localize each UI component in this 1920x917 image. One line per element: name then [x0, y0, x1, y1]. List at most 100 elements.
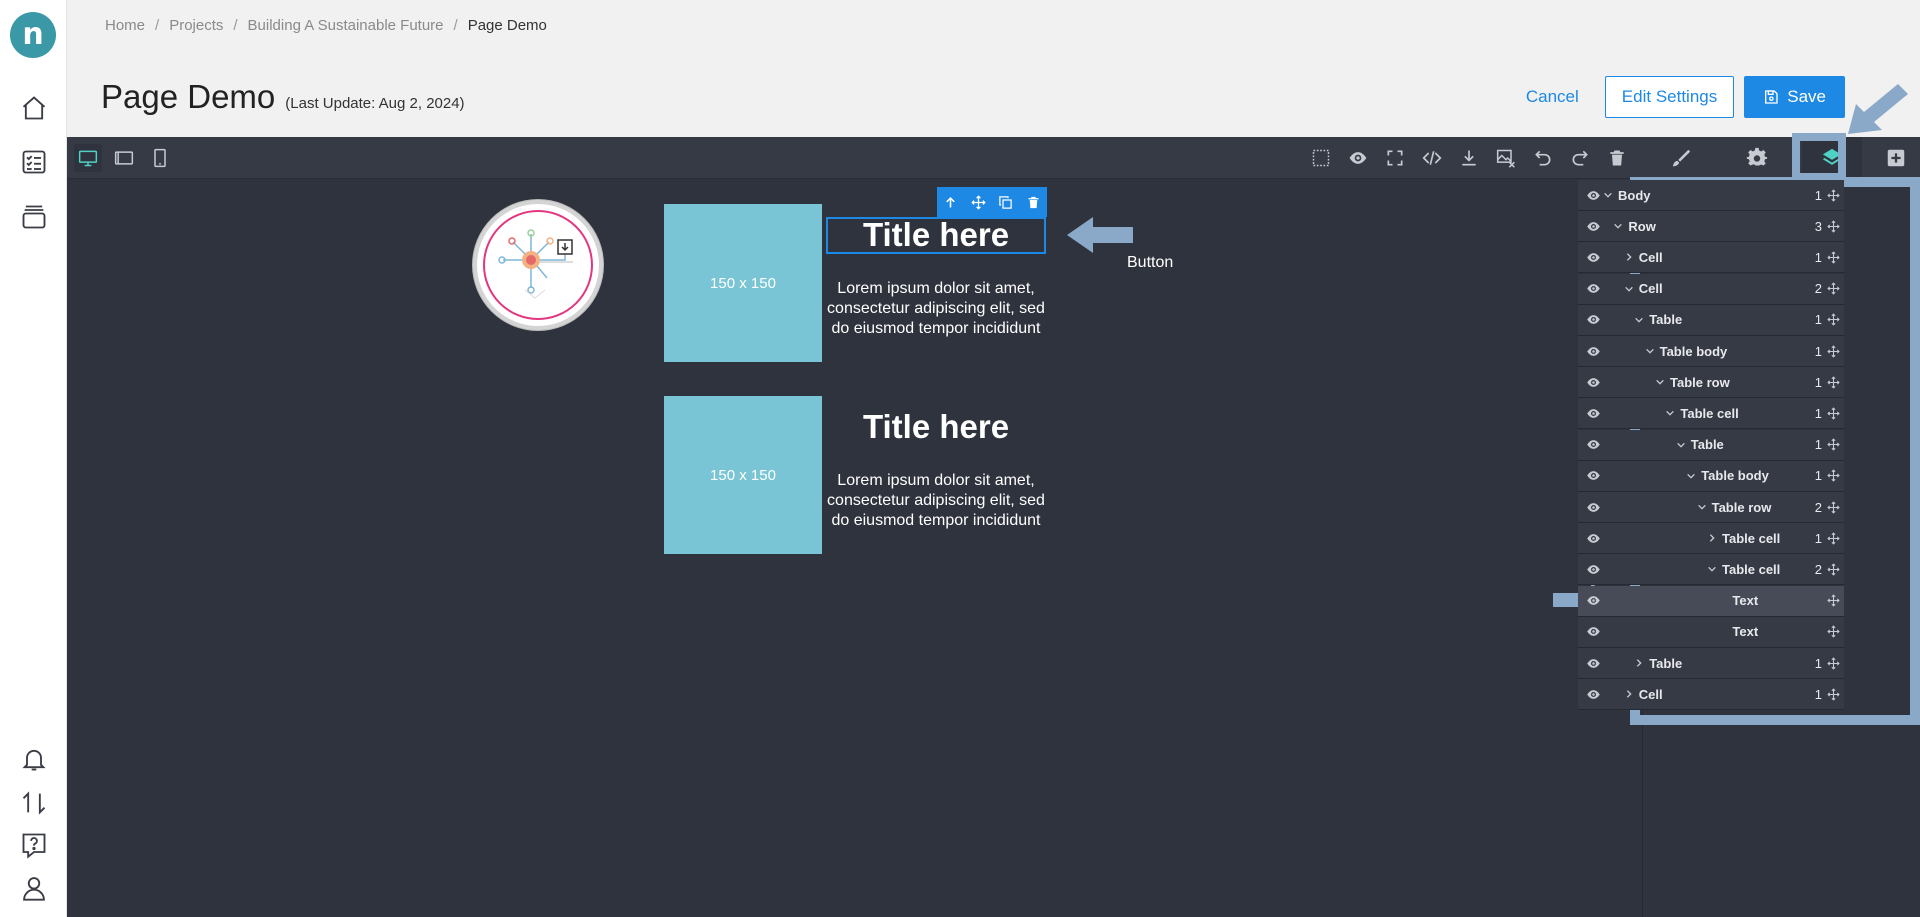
- chevron-down-icon[interactable]: [1644, 345, 1656, 357]
- drag-move-icon[interactable]: [1826, 344, 1840, 358]
- app-logo[interactable]: n: [10, 12, 56, 58]
- layers-stack-icon[interactable]: [19, 202, 49, 232]
- drag-move-icon[interactable]: [1826, 282, 1840, 296]
- preview-eye-icon[interactable]: [1344, 144, 1372, 172]
- visibility-eye-icon[interactable]: [1584, 654, 1602, 672]
- drag-move-icon[interactable]: [1826, 500, 1840, 514]
- chevron-right-icon[interactable]: [1623, 251, 1635, 263]
- layer-row[interactable]: Table body 1: [1578, 460, 1844, 492]
- visibility-eye-icon[interactable]: [1584, 498, 1602, 516]
- layer-row[interactable]: Table body 1: [1578, 336, 1844, 367]
- drag-move-icon[interactable]: [1826, 625, 1840, 639]
- save-button[interactable]: Save: [1744, 76, 1845, 118]
- visibility-eye-icon[interactable]: [1584, 623, 1602, 641]
- block-title[interactable]: Title here: [826, 408, 1046, 446]
- fullscreen-icon[interactable]: [1381, 144, 1409, 172]
- visibility-eye-icon[interactable]: [1584, 373, 1602, 391]
- copy-icon[interactable]: [998, 195, 1013, 210]
- chevron-down-icon[interactable]: [1675, 439, 1687, 451]
- editor-canvas[interactable]: 150 x 150 Title here Lorem ipsum dolor s…: [67, 180, 1642, 917]
- layer-row[interactable]: Table 1: [1578, 648, 1844, 679]
- component-outline-icon[interactable]: [1307, 144, 1335, 172]
- breadcrumb-home[interactable]: Home: [105, 17, 145, 34]
- chevron-down-icon[interactable]: [1602, 189, 1614, 201]
- chevron-right-icon[interactable]: [1706, 532, 1718, 544]
- layer-row[interactable]: Text: [1578, 585, 1844, 617]
- trash-icon[interactable]: [1603, 144, 1631, 172]
- download-icon[interactable]: [1455, 144, 1483, 172]
- style-manager-brush-icon[interactable]: [1651, 137, 1711, 179]
- visibility-eye-icon[interactable]: [1584, 342, 1602, 360]
- tablet-view-icon[interactable]: [110, 144, 138, 172]
- visibility-eye-icon[interactable]: [1584, 592, 1602, 610]
- layer-row[interactable]: Table cell 1: [1578, 523, 1844, 555]
- drag-move-icon[interactable]: [1826, 562, 1840, 576]
- undo-icon[interactable]: [1529, 144, 1557, 172]
- block-text[interactable]: Lorem ipsum dolor sit amet, consectetur …: [826, 279, 1046, 339]
- chevron-down-icon[interactable]: [1706, 563, 1718, 575]
- bell-icon[interactable]: [19, 744, 49, 774]
- drag-move-icon[interactable]: [1826, 594, 1840, 608]
- user-icon[interactable]: [19, 873, 49, 903]
- cancel-button[interactable]: Cancel: [1510, 78, 1595, 116]
- add-block-plus-icon[interactable]: [1866, 137, 1920, 179]
- select-parent-arrow-icon[interactable]: [943, 195, 958, 210]
- layer-row[interactable]: Table cell 1: [1578, 398, 1844, 430]
- block-text[interactable]: Lorem ipsum dolor sit amet, consectetur …: [826, 471, 1046, 531]
- chevron-down-icon[interactable]: [1612, 220, 1624, 232]
- drag-move-icon[interactable]: [1826, 219, 1840, 233]
- drag-move-icon[interactable]: [1826, 406, 1840, 420]
- layer-row[interactable]: Body 1: [1578, 180, 1844, 211]
- drag-move-icon[interactable]: [1826, 188, 1840, 202]
- layer-row[interactable]: Text: [1578, 616, 1844, 648]
- visibility-eye-icon[interactable]: [1584, 311, 1602, 329]
- visibility-eye-icon[interactable]: [1584, 560, 1602, 578]
- transfer-icon[interactable]: [19, 788, 49, 818]
- drag-move-icon[interactable]: [1826, 656, 1840, 670]
- layer-row[interactable]: Table 1: [1578, 304, 1844, 336]
- chevron-right-icon[interactable]: [1623, 688, 1635, 700]
- task-list-icon[interactable]: [19, 147, 49, 177]
- redo-icon[interactable]: [1566, 144, 1594, 172]
- drag-move-icon[interactable]: [1826, 313, 1840, 327]
- visibility-eye-icon[interactable]: [1584, 436, 1602, 454]
- visibility-eye-icon[interactable]: [1584, 248, 1602, 266]
- breadcrumb-projects[interactable]: Projects: [169, 17, 223, 34]
- layer-row[interactable]: Table row 1: [1578, 367, 1844, 399]
- drag-move-icon[interactable]: [1826, 469, 1840, 483]
- help-icon[interactable]: [19, 830, 49, 860]
- chevron-down-icon[interactable]: [1633, 314, 1645, 326]
- drag-move-icon[interactable]: [1826, 531, 1840, 545]
- brand-logo-image[interactable]: [473, 200, 603, 330]
- chevron-down-icon[interactable]: [1685, 470, 1697, 482]
- visibility-eye-icon[interactable]: [1584, 280, 1602, 298]
- settings-gear-icon[interactable]: [1727, 137, 1787, 179]
- drag-move-icon[interactable]: [1826, 375, 1840, 389]
- breadcrumb-project[interactable]: Building A Sustainable Future: [248, 17, 444, 34]
- home-icon[interactable]: [19, 93, 49, 123]
- edit-settings-button[interactable]: Edit Settings: [1604, 76, 1735, 118]
- block-title[interactable]: Title here: [826, 216, 1046, 254]
- mobile-view-icon[interactable]: [146, 144, 174, 172]
- image-placeholder[interactable]: 150 x 150: [664, 396, 822, 554]
- chevron-down-icon[interactable]: [1664, 407, 1676, 419]
- desktop-view-icon[interactable]: [74, 144, 102, 172]
- layer-row[interactable]: Cell 1: [1578, 679, 1844, 711]
- chevron-down-icon[interactable]: [1654, 376, 1666, 388]
- layer-row[interactable]: Row 3: [1578, 211, 1844, 243]
- drag-move-icon[interactable]: [1826, 687, 1840, 701]
- chevron-down-icon[interactable]: [1623, 283, 1635, 295]
- visibility-eye-icon[interactable]: [1584, 217, 1602, 235]
- delete-icon[interactable]: [1026, 195, 1041, 210]
- drag-move-icon[interactable]: [1826, 438, 1840, 452]
- drag-move-icon[interactable]: [1826, 250, 1840, 264]
- layer-row[interactable]: Table 1: [1578, 429, 1844, 461]
- layer-row[interactable]: Cell 1: [1578, 242, 1844, 274]
- image-remove-icon[interactable]: [1492, 144, 1520, 172]
- visibility-eye-icon[interactable]: [1584, 186, 1602, 204]
- visibility-eye-icon[interactable]: [1584, 685, 1602, 703]
- image-placeholder[interactable]: 150 x 150: [664, 204, 822, 362]
- layer-row[interactable]: Table row 2: [1578, 492, 1844, 523]
- code-icon[interactable]: [1418, 144, 1446, 172]
- layer-row[interactable]: Cell 2: [1578, 273, 1844, 305]
